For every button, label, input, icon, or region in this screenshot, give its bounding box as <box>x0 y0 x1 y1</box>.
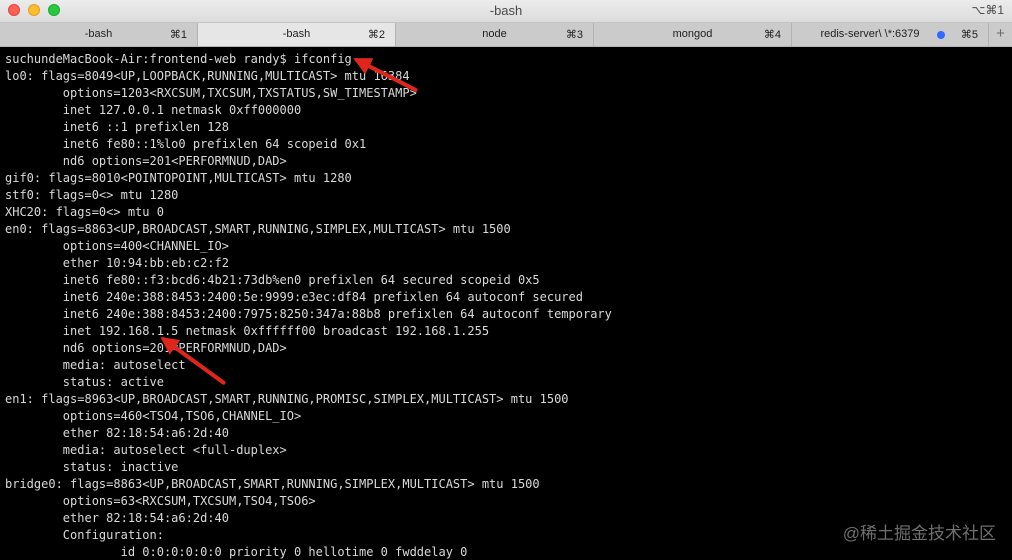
tab-bar: -bash ⌘1 -bash ⌘2 node ⌘3 mongod ⌘4 redi… <box>0 23 1012 47</box>
tab-label: redis-server\ \*:6379 <box>820 28 920 40</box>
window-shortcut: ⌥⌘1 <box>971 3 1004 17</box>
terminal-line: status: inactive <box>5 460 179 474</box>
tab-shortcut: ⌘5 <box>960 29 978 41</box>
window-title: -bash <box>489 3 523 18</box>
tab-shortcut: ⌘1 <box>169 29 187 41</box>
terminal-line: inet6 ::1 prefixlen 128 <box>5 120 229 134</box>
terminal-line: options=400<CHANNEL_IO> <box>5 239 229 253</box>
tab-node[interactable]: node ⌘3 <box>396 23 594 46</box>
tab-label: -bash <box>84 28 113 40</box>
terminal-line: inet 192.168.1.5 netmask 0xffffff00 broa… <box>5 324 490 338</box>
tab-shortcut: ⌘4 <box>763 29 781 41</box>
terminal-line: en0: flags=8863<UP,BROADCAST,SMART,RUNNI… <box>5 222 511 236</box>
tab-shortcut: ⌘2 <box>367 29 385 41</box>
watermark: @稀土掘金技术社区 <box>842 524 996 543</box>
terminal-line: status: active <box>5 375 164 389</box>
tab-label: mongod <box>672 28 713 40</box>
terminal-window: -bash ⌥⌘1 -bash ⌘1 -bash ⌘2 node ⌘3 mong… <box>0 0 1012 560</box>
tab-bash-2[interactable]: -bash ⌘2 <box>198 23 396 46</box>
tab-redis-server[interactable]: redis-server\ \*:6379 ⌘5 <box>792 23 989 46</box>
terminal-line: ether 82:18:54:a6:2d:40 <box>5 426 229 440</box>
terminal-line: options=1203<RXCSUM,TXCSUM,TXSTATUS,SW_T… <box>5 86 417 100</box>
terminal-line: options=63<RXCSUM,TXCSUM,TSO4,TSO6> <box>5 494 316 508</box>
terminal-line: id 0:0:0:0:0:0 priority 0 hellotime 0 fw… <box>5 545 468 559</box>
terminal-lines: suchundeMacBook-Air:frontend-web randy$ … <box>0 47 1012 560</box>
terminal-line: XHC20: flags=0<> mtu 0 <box>5 205 164 219</box>
title-bar[interactable]: -bash ⌥⌘1 <box>0 0 1012 23</box>
terminal-line: inet6 fe80::1%lo0 prefixlen 64 scopeid 0… <box>5 137 367 151</box>
terminal-line: inet6 fe80::f3:bcd6:4b21:73db%en0 prefix… <box>5 273 540 287</box>
terminal-line: ether 10:94:bb:eb:c2:f2 <box>5 256 229 270</box>
tab-mongod[interactable]: mongod ⌘4 <box>594 23 792 46</box>
tab-label: -bash <box>282 28 311 40</box>
terminal-line: options=460<TSO4,TSO6,CHANNEL_IO> <box>5 409 302 423</box>
terminal-output[interactable]: suchundeMacBook-Air:frontend-web randy$ … <box>0 47 1012 560</box>
tab-shortcut: ⌘3 <box>565 29 583 41</box>
activity-dot-icon <box>937 31 945 39</box>
terminal-line: media: autoselect <full-duplex> <box>5 443 287 457</box>
terminal-line: bridge0: flags=8863<UP,BROADCAST,SMART,R… <box>5 477 540 491</box>
terminal-line: media: autoselect <box>5 358 186 372</box>
terminal-line: inet 127.0.0.1 netmask 0xff000000 <box>5 103 302 117</box>
new-tab-button[interactable]: + <box>989 23 1012 46</box>
terminal-line: nd6 options=201<PERFORMNUD,DAD> <box>5 154 287 168</box>
terminal-line: gif0: flags=8010<POINTOPOINT,MULTICAST> … <box>5 171 352 185</box>
terminal-line: lo0: flags=8049<UP,LOOPBACK,RUNNING,MULT… <box>5 69 410 83</box>
terminal-line: en1: flags=8963<UP,BROADCAST,SMART,RUNNI… <box>5 392 569 406</box>
tab-bash-1[interactable]: -bash ⌘1 <box>0 23 198 46</box>
terminal-line: inet6 240e:388:8453:2400:7975:8250:347a:… <box>5 307 612 321</box>
terminal-line: stf0: flags=0<> mtu 1280 <box>5 188 179 202</box>
command-prompt-line: suchundeMacBook-Air:frontend-web randy$ … <box>5 52 352 66</box>
terminal-line: inet6 240e:388:8453:2400:5e:9999:e3ec:df… <box>5 290 583 304</box>
tab-label: node <box>482 28 507 40</box>
